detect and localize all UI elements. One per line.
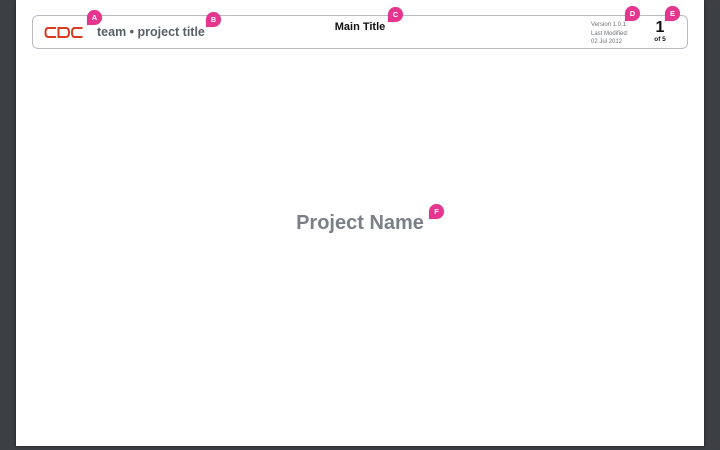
page-total: of 5	[654, 36, 666, 43]
version-info: Version 1.0.1 Last Modified: 02 Jul 2012	[591, 21, 628, 47]
marker-d: D	[625, 6, 640, 21]
page-header: team • project title Main Title Version …	[32, 15, 688, 49]
marker-b: B	[206, 12, 221, 27]
marker-c: C	[388, 7, 403, 22]
marker-e: E	[665, 6, 680, 21]
marker-a: A	[87, 10, 102, 25]
main-title: Main Title	[334, 21, 386, 33]
last-modified-date: 02 Jul 2012	[591, 39, 623, 45]
page-counter: 1 of 5	[645, 20, 675, 44]
version-label: Version 1.0.1	[591, 22, 627, 28]
wireframe-page: team • project title Main Title Version …	[16, 0, 704, 446]
project-name: Project Name	[296, 212, 424, 234]
marker-f: F	[429, 204, 444, 219]
page-current: 1	[655, 19, 665, 36]
last-modified-label: Last Modified:	[591, 30, 629, 37]
